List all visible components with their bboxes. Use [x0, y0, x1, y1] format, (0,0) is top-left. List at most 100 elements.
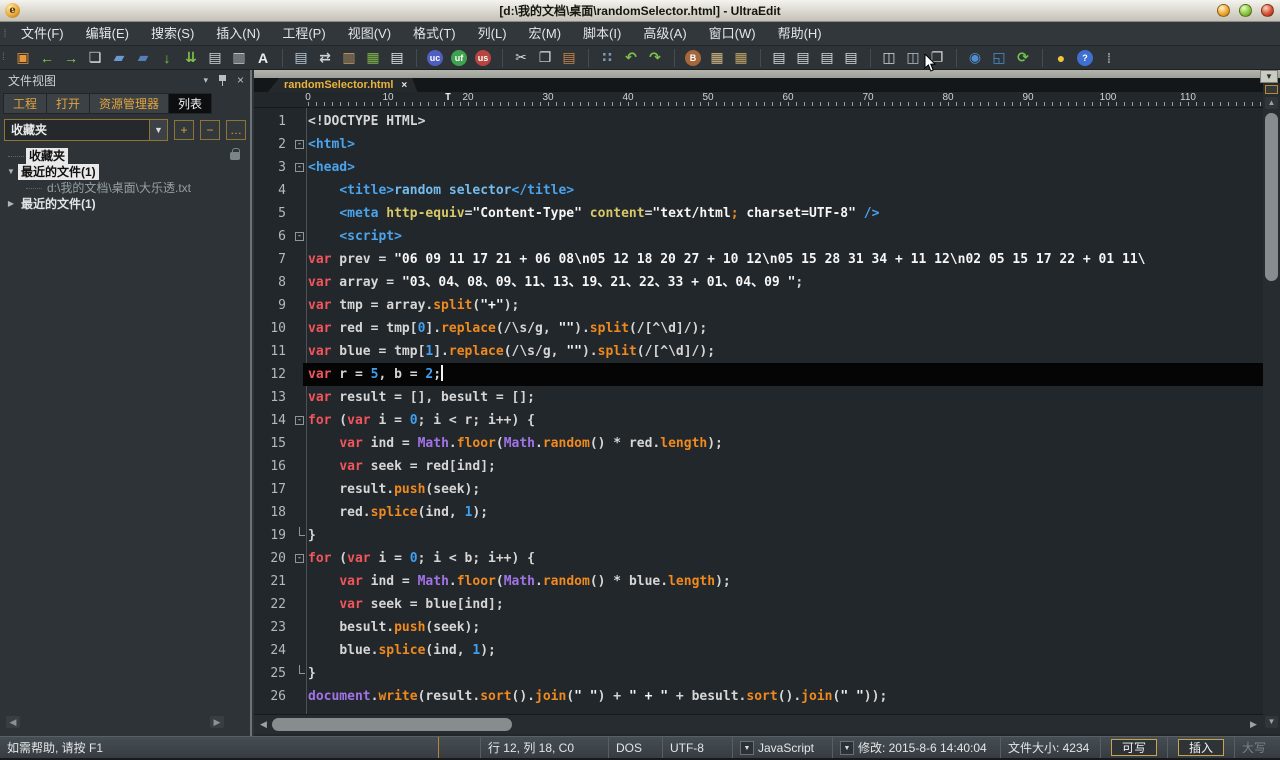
sidebar-tab-list[interactable]: 列表: [168, 93, 212, 114]
code-line[interactable]: 18 red.splice(ind, 1);: [254, 501, 1263, 524]
tab-randomselector[interactable]: randomSelector.html ×: [268, 78, 417, 92]
code-line[interactable]: 8var array = "03、04、08、09、11、13、19、21、22…: [254, 271, 1263, 294]
horizontal-scroll-thumb[interactable]: [272, 718, 512, 731]
toolbar-grip[interactable]: ⁞: [2, 52, 10, 63]
code-line[interactable]: 14-for (var i = 0; i < r; i++) {: [254, 409, 1263, 432]
print-icon[interactable]: ▤: [204, 48, 226, 68]
cut-icon[interactable]: ✂: [510, 48, 532, 68]
html-validate-icon[interactable]: ▥: [338, 48, 360, 68]
code-line[interactable]: 20-for (var i = 0; i < b; i++) {: [254, 547, 1263, 570]
toolbar-overflow-icon[interactable]: ⁞: [1098, 48, 1120, 68]
close-button[interactable]: [1261, 4, 1274, 17]
fold-collapse-icon[interactable]: -: [295, 554, 304, 563]
template-b-icon[interactable]: B: [685, 50, 701, 66]
list-add-button[interactable]: +: [174, 120, 194, 140]
tip-bulb-icon[interactable]: ●: [1050, 48, 1072, 68]
menu-macro[interactable]: 宏(M): [518, 22, 573, 46]
tab-list-dropdown-icon[interactable]: ▼: [1260, 70, 1278, 83]
table-edit-icon[interactable]: ▦: [730, 48, 752, 68]
code-line[interactable]: 2-<html>: [254, 133, 1263, 156]
undo-icon[interactable]: ↶: [620, 48, 642, 68]
tree-item-recent-expanded[interactable]: ▼最近的文件(1): [0, 164, 250, 180]
menu-insert[interactable]: 插入(N): [205, 22, 271, 46]
tab-close-icon[interactable]: ×: [401, 80, 407, 91]
split-window-handle[interactable]: [1265, 85, 1278, 94]
code-line[interactable]: 23 besult.push(seek);: [254, 616, 1263, 639]
scroll-down-icon[interactable]: ▼: [1265, 716, 1278, 728]
code-line[interactable]: 10var red = tmp[0].replace(/\s/g, "").sp…: [254, 317, 1263, 340]
tree-item-recent-collapsed[interactable]: ▶最近的文件(1): [0, 196, 250, 212]
sidebar-scroll-right-icon[interactable]: ▶: [210, 716, 224, 728]
paste-icon[interactable]: ▤: [558, 48, 580, 68]
column-mode-icon[interactable]: ▦: [362, 48, 384, 68]
code-line[interactable]: 15 var ind = Math.floor(Math.random() * …: [254, 432, 1263, 455]
browser-globe-icon[interactable]: ◉: [964, 48, 986, 68]
new-file-icon[interactable]: ❏: [84, 48, 106, 68]
code-line[interactable]: 22 var seek = blue[ind];: [254, 593, 1263, 616]
doc-notes-icon[interactable]: ▤: [290, 48, 312, 68]
maximize-button[interactable]: [1239, 4, 1252, 17]
unicode-uf-icon[interactable]: uf: [451, 50, 467, 66]
scroll-left-icon[interactable]: ◀: [257, 718, 270, 731]
doc-list4-icon[interactable]: ▤: [840, 48, 862, 68]
browser-view-icon[interactable]: ◱: [988, 48, 1010, 68]
save-all-icon[interactable]: ⇊: [180, 48, 202, 68]
code-line[interactable]: 17 result.push(seek);: [254, 478, 1263, 501]
copy-icon[interactable]: ❐: [534, 48, 556, 68]
sidebar-tab-project[interactable]: 工程: [3, 93, 46, 114]
code-line[interactable]: 13var result = [], besult = [];: [254, 386, 1263, 409]
code-view[interactable]: 1<!DOCTYPE HTML>2-<html>3-<head>4 <title…: [254, 108, 1263, 714]
table-icon[interactable]: ▦: [706, 48, 728, 68]
unicode-us-icon[interactable]: us: [475, 50, 491, 66]
doc-compare-icon[interactable]: ⇄: [314, 48, 336, 68]
menu-help[interactable]: 帮助(H): [767, 22, 833, 46]
back-arrow-icon[interactable]: ←: [36, 48, 58, 68]
tree-item-file-path[interactable]: d:\我的文档\桌面\大乐透.txt: [0, 180, 250, 196]
fold-collapse-icon[interactable]: -: [295, 232, 304, 241]
code-line[interactable]: 19}: [254, 524, 1263, 547]
sidebar-scroll-left-icon[interactable]: ◀: [6, 716, 20, 728]
code-line[interactable]: 6- <script>: [254, 225, 1263, 248]
menu-view[interactable]: 视图(V): [337, 22, 402, 46]
list-remove-button[interactable]: −: [200, 120, 220, 140]
code-line[interactable]: 24 blue.splice(ind, 1);: [254, 639, 1263, 662]
fold-collapse-icon[interactable]: -: [295, 140, 304, 149]
tree-expand-icon[interactable]: ▶: [4, 196, 18, 212]
dropdown-icon[interactable]: ▼: [740, 741, 754, 755]
sidebar-tab-explorer[interactable]: 资源管理器: [89, 93, 168, 114]
menu-window[interactable]: 窗口(W): [698, 22, 767, 46]
doc-list2-icon[interactable]: ▤: [792, 48, 814, 68]
menu-column[interactable]: 列(L): [467, 22, 518, 46]
tree-collapse-icon[interactable]: ▼: [4, 164, 18, 180]
code-line[interactable]: 11var blue = tmp[1].replace(/\s/g, "").s…: [254, 340, 1263, 363]
menu-format[interactable]: 格式(T): [402, 22, 467, 46]
menubar-grip[interactable]: ⁞: [0, 28, 10, 40]
menu-advanced[interactable]: 高级(A): [632, 22, 697, 46]
list-view-icon[interactable]: ▤: [386, 48, 408, 68]
code-line[interactable]: 9var tmp = array.split("+");: [254, 294, 1263, 317]
new-from-template-icon[interactable]: ▣: [12, 48, 34, 68]
code-line[interactable]: 12var r = 5, b = 2;: [254, 363, 1263, 386]
sidebar-tab-open[interactable]: 打开: [46, 93, 89, 114]
list-browse-button[interactable]: …: [226, 120, 246, 140]
code-line[interactable]: 21 var ind = Math.floor(Math.random() * …: [254, 570, 1263, 593]
code-line[interactable]: 4 <title>random selector</title>: [254, 179, 1263, 202]
close-folder-icon[interactable]: ▰: [132, 48, 154, 68]
minimize-button[interactable]: [1217, 4, 1230, 17]
fold-collapse-icon[interactable]: -: [295, 416, 304, 425]
forward-arrow-icon[interactable]: →: [60, 48, 82, 68]
panel-close-icon[interactable]: ×: [237, 73, 244, 87]
status-insert-mode[interactable]: 插入: [1167, 737, 1234, 759]
status-writable[interactable]: 可写: [1100, 737, 1167, 759]
scroll-up-icon[interactable]: ▲: [1265, 97, 1278, 109]
open-folder-icon[interactable]: ▰: [108, 48, 130, 68]
panel-menu-icon[interactable]: ▾: [203, 75, 208, 86]
code-line[interactable]: 25}: [254, 662, 1263, 685]
doc-list1-icon[interactable]: ▤: [768, 48, 790, 68]
window-split-icon[interactable]: ◫: [878, 48, 900, 68]
menu-project[interactable]: 工程(P): [271, 22, 336, 46]
print-preview-icon[interactable]: ▥: [228, 48, 250, 68]
code-line[interactable]: 1<!DOCTYPE HTML>: [254, 110, 1263, 133]
vertical-scroll-thumb[interactable]: [1265, 113, 1278, 281]
code-line[interactable]: 7var prev = "06 09 11 17 21 + 06 08\n05 …: [254, 248, 1263, 271]
